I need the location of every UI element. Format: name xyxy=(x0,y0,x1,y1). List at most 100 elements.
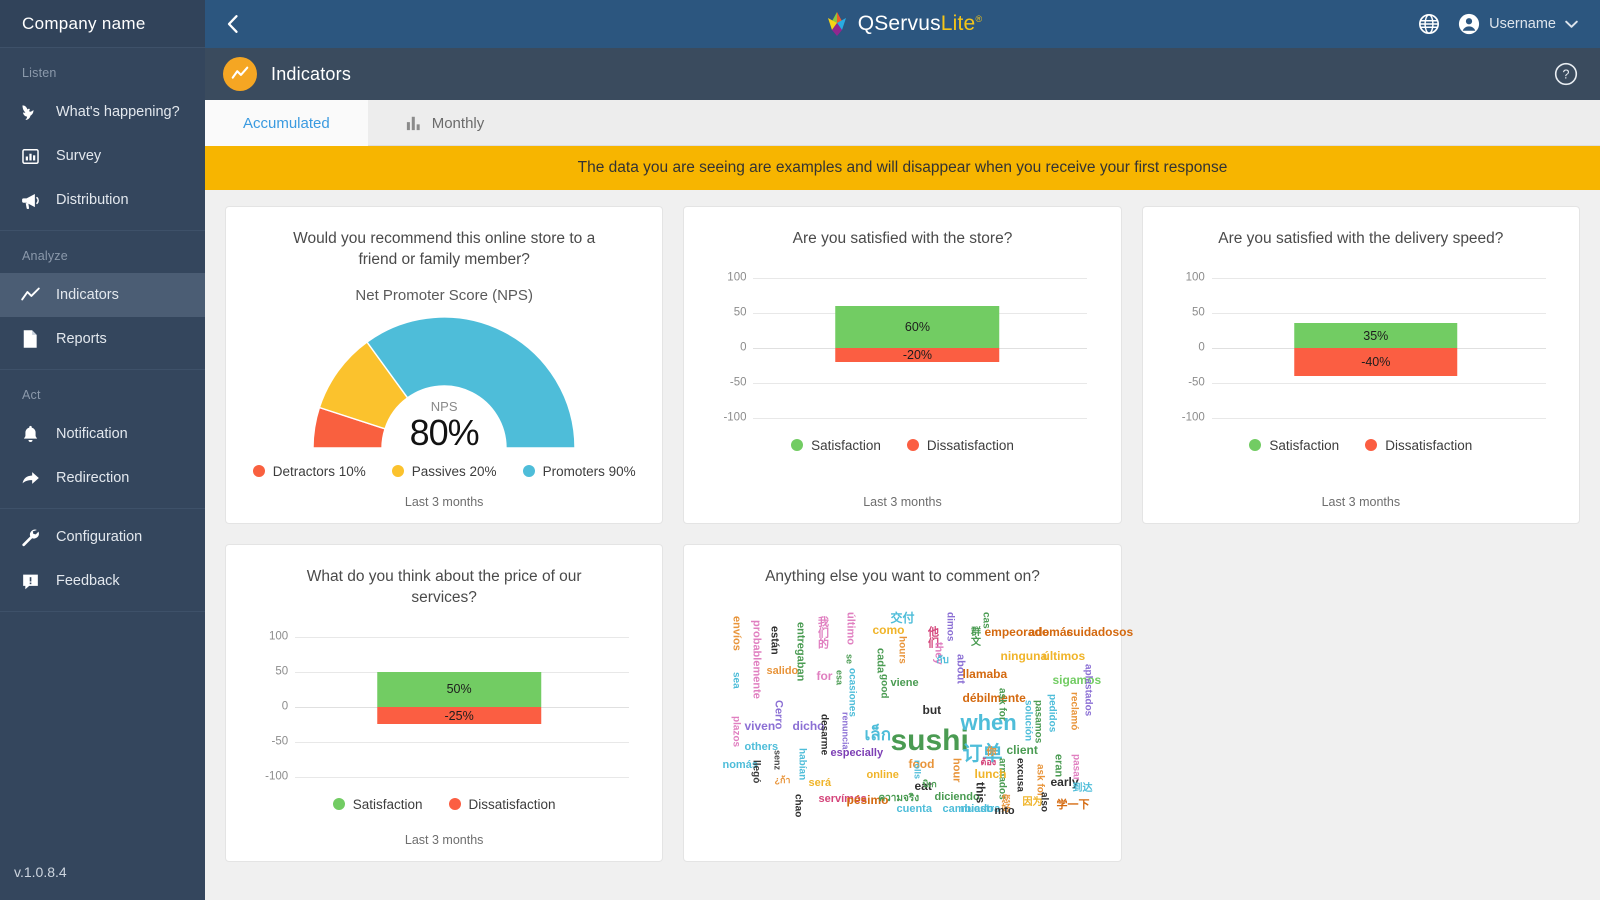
legend-item[interactable]: Passives 20% xyxy=(391,464,497,479)
word-cloud-term[interactable]: rolls xyxy=(912,760,922,779)
bar-dissatisfaction[interactable]: -25% xyxy=(377,706,541,725)
legend-item[interactable]: Satisfaction xyxy=(1249,438,1339,453)
sidebar-item-survey[interactable]: Survey xyxy=(0,134,205,178)
word-cloud-term[interactable]: 你 xyxy=(986,747,996,758)
word-cloud-term[interactable]: habían xyxy=(796,748,807,780)
word-cloud-term[interactable]: lunch xyxy=(974,768,1006,780)
word-cloud-term[interactable]: Cerro xyxy=(772,700,784,729)
word-cloud-term[interactable]: but xyxy=(922,704,941,716)
word-cloud-term[interactable]: cada xyxy=(874,648,886,673)
word-cloud-term[interactable]: se xyxy=(844,654,854,664)
word-cloud-term[interactable]: เล็ก xyxy=(864,726,891,743)
word-cloud-term[interactable]: when xyxy=(960,711,1016,734)
user-menu[interactable]: Username xyxy=(1458,13,1578,35)
bar-dissatisfaction[interactable]: -20% xyxy=(835,347,1000,362)
word-cloud-term[interactable]: último xyxy=(844,612,856,645)
word-cloud-term[interactable]: cuenta xyxy=(896,803,931,815)
word-cloud-term[interactable]: 我们的 xyxy=(816,616,828,649)
legend-item[interactable]: Detractors 10% xyxy=(252,464,366,479)
word-cloud-term[interactable]: cuidadosos xyxy=(1066,626,1133,638)
word-cloud-term[interactable]: llegó xyxy=(750,760,761,783)
word-cloud-term[interactable]: ต้อง xyxy=(980,757,996,767)
word-cloud-term[interactable]: 交付 xyxy=(890,612,914,624)
sidebar-item-distribution[interactable]: Distribution xyxy=(0,178,205,222)
word-cloud-term[interactable]: pedidos xyxy=(1046,694,1057,732)
word-cloud-term[interactable]: ocasiones xyxy=(846,668,857,717)
word-cloud-term[interactable]: solución xyxy=(1022,700,1033,741)
word-cloud-term[interactable]: 到达 xyxy=(1072,783,1092,794)
language-button[interactable] xyxy=(1418,13,1440,35)
legend-item[interactable]: Dissatisfaction xyxy=(448,797,556,812)
sidebar-item-configuration[interactable]: Configuration xyxy=(0,515,205,559)
word-cloud-term[interactable]: ninguna xyxy=(1000,650,1047,662)
legend-item[interactable]: Dissatisfaction xyxy=(906,438,1014,453)
sidebar-item-what-s-happening[interactable]: What's happening? xyxy=(0,90,205,134)
word-cloud-term[interactable]: ask for xyxy=(996,688,1007,721)
word-cloud-term[interactable]: últimos xyxy=(1042,650,1085,662)
tab-accumulated[interactable]: Accumulated xyxy=(205,100,368,146)
sidebar-item-notification[interactable]: Notification xyxy=(0,412,205,456)
word-cloud-term[interactable]: mto xyxy=(994,805,1014,817)
word-cloud-term[interactable]: this xyxy=(973,782,987,803)
legend-item[interactable]: Dissatisfaction xyxy=(1365,438,1472,453)
word-cloud-term[interactable]: llamaba xyxy=(962,668,1007,680)
word-cloud-term[interactable]: client xyxy=(1006,744,1037,756)
word-cloud-term[interactable]: como xyxy=(872,624,904,636)
word-cloud-term[interactable]: ความจริง xyxy=(878,793,919,804)
word-cloud-term[interactable]: plazos xyxy=(730,716,741,747)
bar-dissatisfaction[interactable]: -40% xyxy=(1294,347,1458,376)
word-cloud-term[interactable]: pasamos xyxy=(1032,700,1043,743)
bar-satisfaction[interactable]: 60% xyxy=(835,305,1000,348)
word-cloud-term[interactable]: sigamos xyxy=(1052,674,1101,686)
word-cloud-term[interactable]: viene xyxy=(890,677,918,689)
sidebar-item-reports[interactable]: Reports xyxy=(0,317,205,361)
word-cloud-term[interactable]: será xyxy=(808,777,831,789)
word-cloud-term[interactable]: envíos xyxy=(730,616,742,651)
word-cloud-term[interactable]: probablemente xyxy=(750,620,762,699)
bar-value-label: -25% xyxy=(444,708,474,723)
word-cloud-term[interactable]: entregaban xyxy=(794,622,806,681)
bar-satisfaction[interactable]: 35% xyxy=(1294,323,1458,348)
word-cloud-term[interactable]: for xyxy=(816,670,832,682)
word-cloud-term[interactable]: dimos xyxy=(944,612,955,641)
card-title: What do you think about the price of our… xyxy=(306,568,582,606)
legend-item[interactable]: Satisfaction xyxy=(791,438,881,453)
word-cloud-term[interactable]: 学一下 xyxy=(1056,799,1089,811)
word-cloud-term[interactable]: hour xyxy=(950,758,962,782)
help-button[interactable]: ? xyxy=(1554,62,1578,86)
word-cloud-term[interactable]: บิเก xyxy=(922,779,936,789)
word-cloud-term[interactable]: débilmente xyxy=(962,692,1025,704)
word-cloud-term[interactable]: กับ xyxy=(936,655,948,666)
back-button[interactable] xyxy=(205,0,259,48)
sidebar-item-indicators[interactable]: Indicators xyxy=(0,273,205,317)
word-cloud-term[interactable]: especially xyxy=(830,747,883,759)
word-cloud-term[interactable]: senz xyxy=(772,750,782,770)
word-cloud-term[interactable]: hours xyxy=(896,636,907,664)
sidebar-item-feedback[interactable]: Feedback xyxy=(0,559,205,603)
word-cloud-term[interactable]: viven xyxy=(744,720,775,732)
word-cloud-term[interactable]: 群文 xyxy=(968,626,979,646)
word-cloud-term[interactable]: good xyxy=(878,674,889,698)
word-cloud-term[interactable]: reclamó xyxy=(1068,692,1079,730)
sidebar-item-redirection[interactable]: Redirection xyxy=(0,456,205,500)
plot-area: 60% -20% xyxy=(760,268,1087,428)
word-cloud-term[interactable]: esa xyxy=(834,670,844,685)
legend-item[interactable]: Promoters 90% xyxy=(522,464,636,479)
legend-color-swatch xyxy=(1365,439,1378,452)
word-cloud-term[interactable]: chao xyxy=(792,794,803,817)
legend-item[interactable]: Satisfaction xyxy=(332,796,423,812)
word-cloud-term[interactable]: excusa xyxy=(1014,758,1025,792)
word-cloud-term[interactable]: renuncia xyxy=(840,712,850,750)
word-cloud-term[interactable]: online xyxy=(866,769,898,781)
word-cloud-term[interactable]: ¿ก้า xyxy=(774,775,790,785)
legend-label: Satisfaction xyxy=(352,796,423,812)
word-cloud-term[interactable]: sea xyxy=(730,672,741,689)
bar-satisfaction[interactable]: 50% xyxy=(377,671,541,707)
word-cloud-term[interactable]: están xyxy=(768,626,780,655)
word-cloud-term[interactable]: also xyxy=(1038,792,1049,812)
word-cloud-term[interactable]: eran xyxy=(1052,754,1064,777)
word-cloud-term[interactable]: aplastados xyxy=(1082,664,1093,716)
word-cloud-term[interactable]: sushi xyxy=(890,725,968,756)
word-cloud-term[interactable]: desarme xyxy=(818,714,829,755)
tab-monthly[interactable]: Monthly xyxy=(368,100,523,146)
